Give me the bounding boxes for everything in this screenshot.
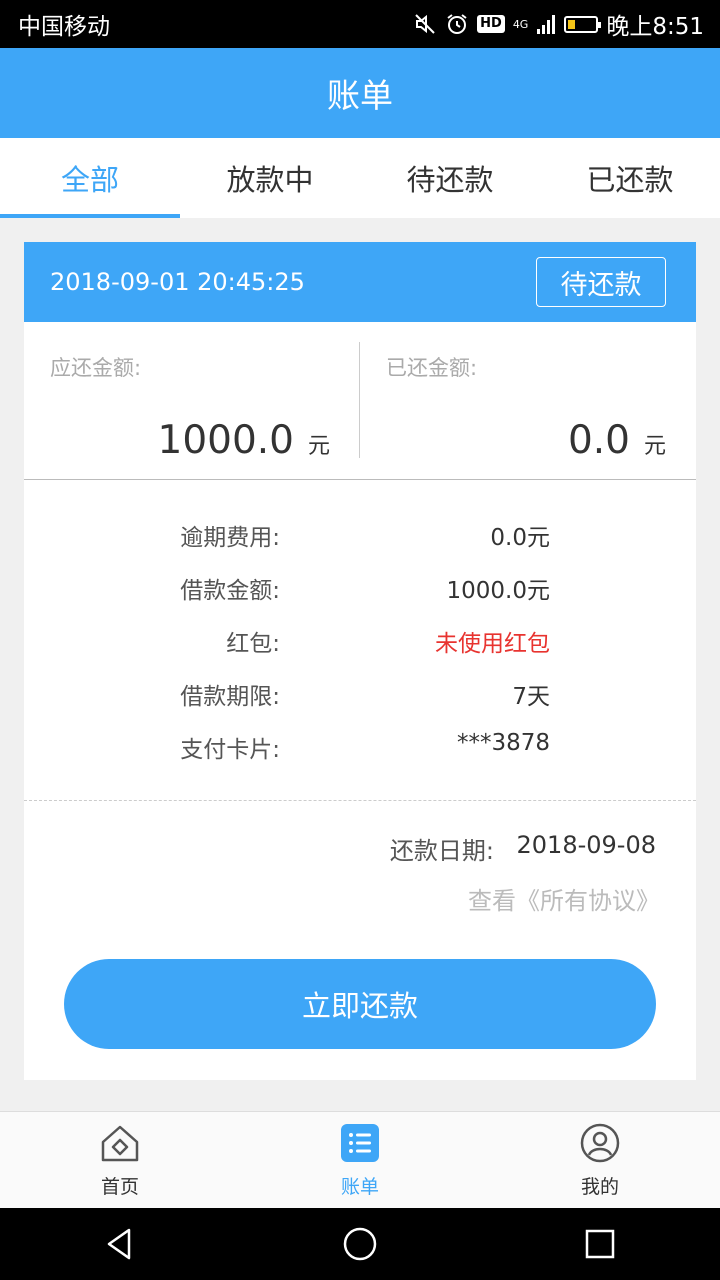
due-amount-unit: 元: [307, 434, 330, 459]
page-title: 账单: [327, 76, 393, 115]
network-type-icon: 4G: [512, 17, 529, 31]
detail-row-loan-term: 借款期限: 7天: [24, 677, 696, 730]
nav-label-home: 首页: [100, 1176, 139, 1198]
view-agreements-link[interactable]: 查看《所有协议》: [468, 881, 660, 916]
detail-value: 0.0元: [490, 525, 550, 551]
detail-row-loan-amount: 借款金额: 1000.0元: [24, 571, 696, 624]
nav-label-profile: 我的: [580, 1176, 619, 1198]
red-packet-value[interactable]: 未使用红包: [435, 624, 550, 658]
battery-icon: [564, 15, 602, 33]
mute-icon: [415, 14, 435, 34]
carrier-name: 中国移动: [18, 14, 110, 40]
recents-button[interactable]: [580, 1224, 620, 1264]
back-icon: [107, 1228, 131, 1260]
nav-item-bills[interactable]: 账单: [240, 1112, 480, 1209]
bill-card: 2018-09-01 20:45:25 待还款 应还金额: 1000.0 元 已…: [24, 242, 696, 1080]
detail-value: 7天: [512, 684, 550, 710]
repay-now-button[interactable]: 立即还款: [64, 959, 656, 1049]
tab-all[interactable]: 全部: [0, 138, 180, 218]
due-amount-value: 1000.0: [157, 418, 294, 463]
detail-label: 借款金额:: [180, 578, 280, 604]
paid-amount-unit: 元: [643, 434, 666, 459]
battery-level: [568, 19, 575, 29]
paid-amount-value: 0.0: [567, 418, 630, 463]
status-icons: HD 4G 晚上8:51: [413, 7, 704, 41]
due-amount-label: 应还金额:: [50, 356, 142, 380]
detail-row-overdue-fee: 逾期费用: 0.0元: [24, 518, 696, 571]
profile-icon: [580, 1123, 620, 1163]
signal-icon: [537, 15, 556, 34]
bill-card-header: 2018-09-01 20:45:25 待还款: [24, 242, 696, 322]
paid-amount-label: 已还金额:: [386, 356, 478, 380]
hd-icon: HD: [477, 15, 505, 33]
filter-tabs: 全部 放款中 待还款 已还款: [0, 138, 720, 218]
paid-amount-section: 已还金额: 0.0 元: [360, 322, 696, 479]
detail-label: 红包:: [226, 631, 280, 657]
bill-datetime: 2018-09-01 20:45:25: [50, 268, 305, 296]
detail-label: 逾期费用:: [180, 525, 280, 551]
alarm-icon: [447, 14, 467, 34]
detail-row-payment-card: 支付卡片: ***3878: [24, 730, 696, 783]
nav-label-bills: 账单: [340, 1176, 379, 1198]
nav-item-home[interactable]: 首页: [0, 1112, 240, 1209]
tab-disbursing[interactable]: 放款中: [180, 138, 360, 218]
due-date-label: 还款日期:: [389, 837, 494, 865]
recents-icon: [585, 1229, 615, 1259]
status-time: 晚上8:51: [606, 14, 704, 40]
detail-value: 1000.0元: [446, 578, 550, 604]
detail-label: 借款期限:: [180, 684, 280, 710]
detail-row-red-packet: 红包: 未使用红包: [24, 624, 696, 677]
nav-item-profile[interactable]: 我的: [480, 1112, 720, 1209]
home-circle-icon: [343, 1227, 377, 1261]
detail-label: 支付卡片:: [180, 737, 280, 763]
amount-summary: 应还金额: 1000.0 元 已还金额: 0.0 元: [24, 322, 696, 480]
due-amount-section: 应还金额: 1000.0 元: [24, 322, 360, 479]
app-header: 账单: [0, 48, 720, 138]
tab-repaid[interactable]: 已还款: [540, 138, 720, 218]
bill-status-badge[interactable]: 待还款: [536, 257, 666, 307]
home-button[interactable]: [340, 1224, 380, 1264]
status-bar: 中国移动 HD 4G 晚上8:51: [0, 0, 720, 48]
system-nav-bar: [0, 1208, 720, 1280]
tab-pending-repayment[interactable]: 待还款: [360, 138, 540, 218]
bill-list-icon: [341, 1124, 379, 1162]
due-date-value: 2018-09-08: [516, 831, 656, 859]
bottom-nav: 首页 账单 我的: [0, 1111, 720, 1209]
home-icon: [101, 1125, 139, 1162]
detail-value: ***3878: [456, 730, 550, 756]
back-button[interactable]: [100, 1224, 140, 1264]
bill-details: 逾期费用: 0.0元 借款金额: 1000.0元 红包: 未使用红包 借款期限:…: [24, 480, 696, 801]
